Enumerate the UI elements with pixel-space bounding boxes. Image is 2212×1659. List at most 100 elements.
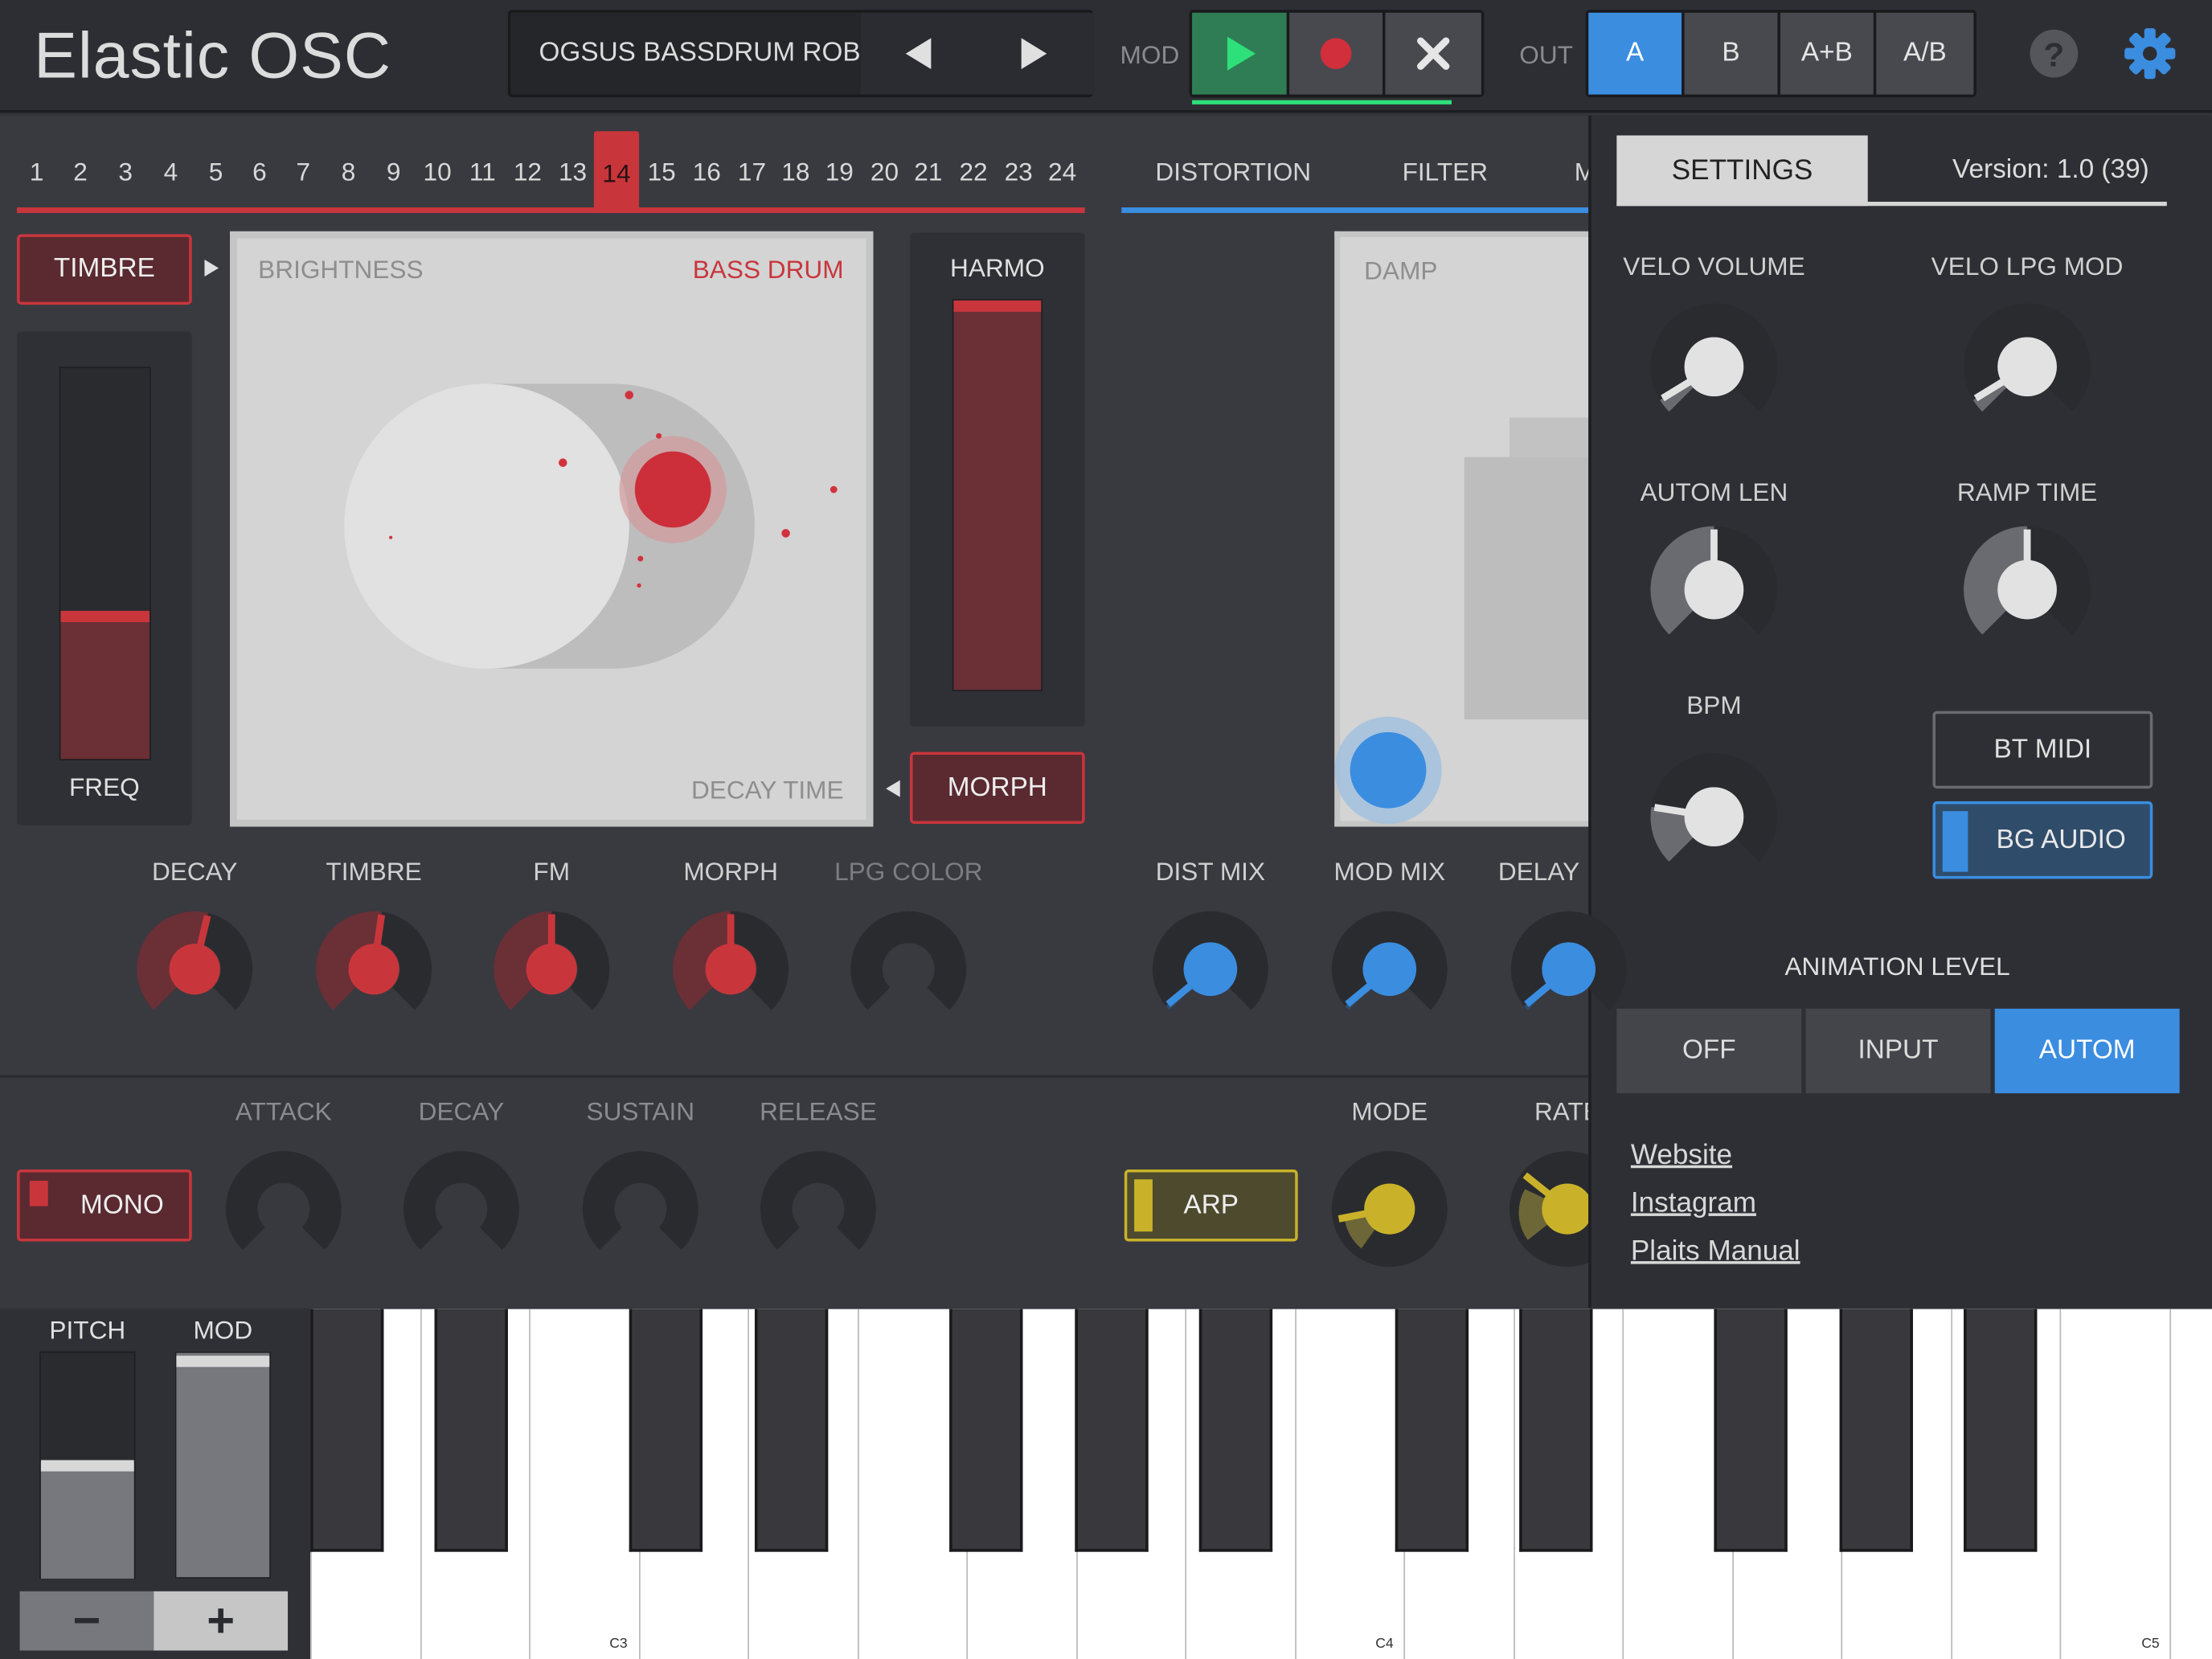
black-key[interactable] (1839, 1309, 1913, 1552)
step-7[interactable]: 7 (281, 158, 326, 188)
settings-knob-bpm[interactable] (1648, 751, 1780, 883)
step-13[interactable]: 13 (550, 158, 595, 188)
black-key[interactable] (754, 1309, 829, 1552)
clear-button[interactable] (1385, 12, 1481, 95)
black-key[interactable] (1714, 1309, 1788, 1552)
out-a-button[interactable]: A (1588, 12, 1682, 95)
step-18[interactable]: 18 (773, 158, 818, 188)
step-4[interactable]: 4 (148, 158, 193, 188)
black-key[interactable] (949, 1309, 1023, 1552)
black-key[interactable] (1964, 1309, 2038, 1552)
tab-distortion[interactable]: DISTORTION (1155, 158, 1311, 188)
black-key[interactable] (629, 1309, 703, 1552)
knob-morph[interactable] (670, 908, 792, 1030)
knob-decay[interactable] (134, 908, 256, 1030)
settings-knob-ramp-time[interactable] (1961, 523, 2094, 656)
settings-knob-velo-volume[interactable] (1648, 301, 1780, 433)
step-16[interactable]: 16 (684, 158, 729, 188)
white-key[interactable] (2169, 1309, 2212, 1659)
animation-autom-button[interactable]: AUTOM (1994, 1008, 2180, 1094)
arp-mode-knob[interactable] (1330, 1149, 1448, 1268)
fx-knob-delay[interactable] (1508, 908, 1629, 1030)
step-3[interactable]: 3 (103, 158, 148, 188)
harmo-slider-handle[interactable] (953, 300, 1042, 312)
white-key[interactable] (529, 1309, 640, 1659)
settings-knob-velo-lpg-mod[interactable] (1961, 301, 2094, 433)
arp-button[interactable]: ARP (1124, 1169, 1298, 1242)
freq-slider[interactable] (59, 367, 151, 760)
fx-knob-mod-mix[interactable] (1329, 908, 1450, 1030)
freq-slider-handle[interactable] (60, 610, 150, 622)
white-key[interactable] (2059, 1309, 2170, 1659)
step-6[interactable]: 6 (237, 158, 282, 188)
fx-knob-dist-mix[interactable] (1149, 908, 1271, 1030)
bt-midi-button[interactable]: BT MIDI (1932, 711, 2153, 789)
black-key[interactable] (1395, 1309, 1469, 1552)
step-21[interactable]: 21 (906, 158, 951, 188)
step-9[interactable]: 9 (371, 158, 416, 188)
step-5[interactable]: 5 (193, 158, 238, 188)
step-23[interactable]: 23 (996, 158, 1041, 188)
step-24[interactable]: 24 (1040, 158, 1085, 188)
step-11[interactable]: 11 (460, 158, 505, 188)
tab-filter[interactable]: FILTER (1403, 158, 1488, 188)
morph-button[interactable]: MORPH (910, 752, 1085, 824)
env-knob-decay[interactable] (400, 1149, 522, 1270)
preset-selector[interactable]: OGSUS BASSDRUM ROBO (507, 10, 1094, 98)
triangle-right-icon[interactable] (1018, 38, 1050, 69)
white-key[interactable] (1295, 1309, 1406, 1659)
octave-down-button[interactable]: − (19, 1591, 154, 1651)
animation-input-button[interactable]: INPUT (1805, 1008, 1991, 1094)
mono-button[interactable]: MONO (17, 1169, 192, 1242)
arp-rate-knob[interactable] (1508, 1149, 1589, 1268)
help-icon[interactable]: ? (2029, 28, 2079, 79)
out-a-plus-b-button[interactable]: A+B (1780, 12, 1874, 95)
step-2[interactable]: 2 (58, 158, 103, 188)
step-1[interactable]: 1 (14, 158, 59, 188)
step-8[interactable]: 8 (326, 158, 371, 188)
xy-cursor[interactable] (634, 451, 711, 528)
play-button[interactable] (1192, 12, 1287, 95)
env-knob-sustain[interactable] (580, 1149, 701, 1270)
knob-timbre[interactable] (313, 908, 435, 1030)
gear-icon[interactable] (2123, 27, 2177, 80)
knob-fm[interactable] (491, 908, 612, 1030)
mod-wheel-handle[interactable] (176, 1355, 270, 1367)
step-14[interactable]: 14 (593, 131, 640, 211)
knob-lpg-color[interactable] (848, 908, 969, 1030)
settings-knob-autom-len[interactable] (1648, 523, 1780, 656)
plaits-manual-link[interactable]: Plaits Manual (1631, 1235, 1800, 1268)
black-key[interactable] (1075, 1309, 1149, 1552)
black-key[interactable] (1198, 1309, 1273, 1552)
instagram-link[interactable]: Instagram (1631, 1188, 1756, 1220)
animation-off-button[interactable]: OFF (1616, 1008, 1802, 1094)
record-button[interactable] (1289, 12, 1382, 95)
step-17[interactable]: 17 (729, 158, 774, 188)
tab-settings[interactable]: SETTINGS (1616, 135, 1868, 207)
env-knob-attack[interactable] (223, 1149, 344, 1270)
step-15[interactable]: 15 (639, 158, 684, 188)
damp-pad[interactable]: DAMP (1334, 231, 1595, 830)
step-10[interactable]: 10 (415, 158, 460, 188)
out-b-button[interactable]: B (1684, 12, 1778, 95)
pitch-wheel[interactable] (39, 1351, 136, 1579)
step-20[interactable]: 20 (862, 158, 907, 188)
website-link[interactable]: Website (1631, 1140, 1732, 1172)
bg-audio-button[interactable]: BG AUDIO (1932, 801, 2153, 879)
xy-pad[interactable]: BRIGHTNESS BASS DRUM DECAY TIME (230, 231, 874, 827)
pitch-wheel-handle[interactable] (40, 1460, 134, 1472)
timbre-button[interactable]: TIMBRE (17, 234, 192, 305)
step-19[interactable]: 19 (817, 158, 862, 188)
octave-up-button[interactable]: + (154, 1591, 289, 1651)
black-key[interactable] (310, 1309, 384, 1552)
triangle-left-icon[interactable] (903, 38, 934, 69)
black-key[interactable] (1519, 1309, 1593, 1552)
step-12[interactable]: 12 (505, 158, 550, 188)
env-knob-release[interactable] (757, 1149, 879, 1270)
mod-wheel[interactable] (174, 1351, 271, 1579)
step-22[interactable]: 22 (951, 158, 996, 188)
out-a-over-b-button[interactable]: A/B (1876, 12, 1974, 95)
damp-cursor[interactable] (1334, 716, 1447, 830)
black-key[interactable] (434, 1309, 508, 1552)
harmo-slider[interactable] (952, 299, 1043, 691)
